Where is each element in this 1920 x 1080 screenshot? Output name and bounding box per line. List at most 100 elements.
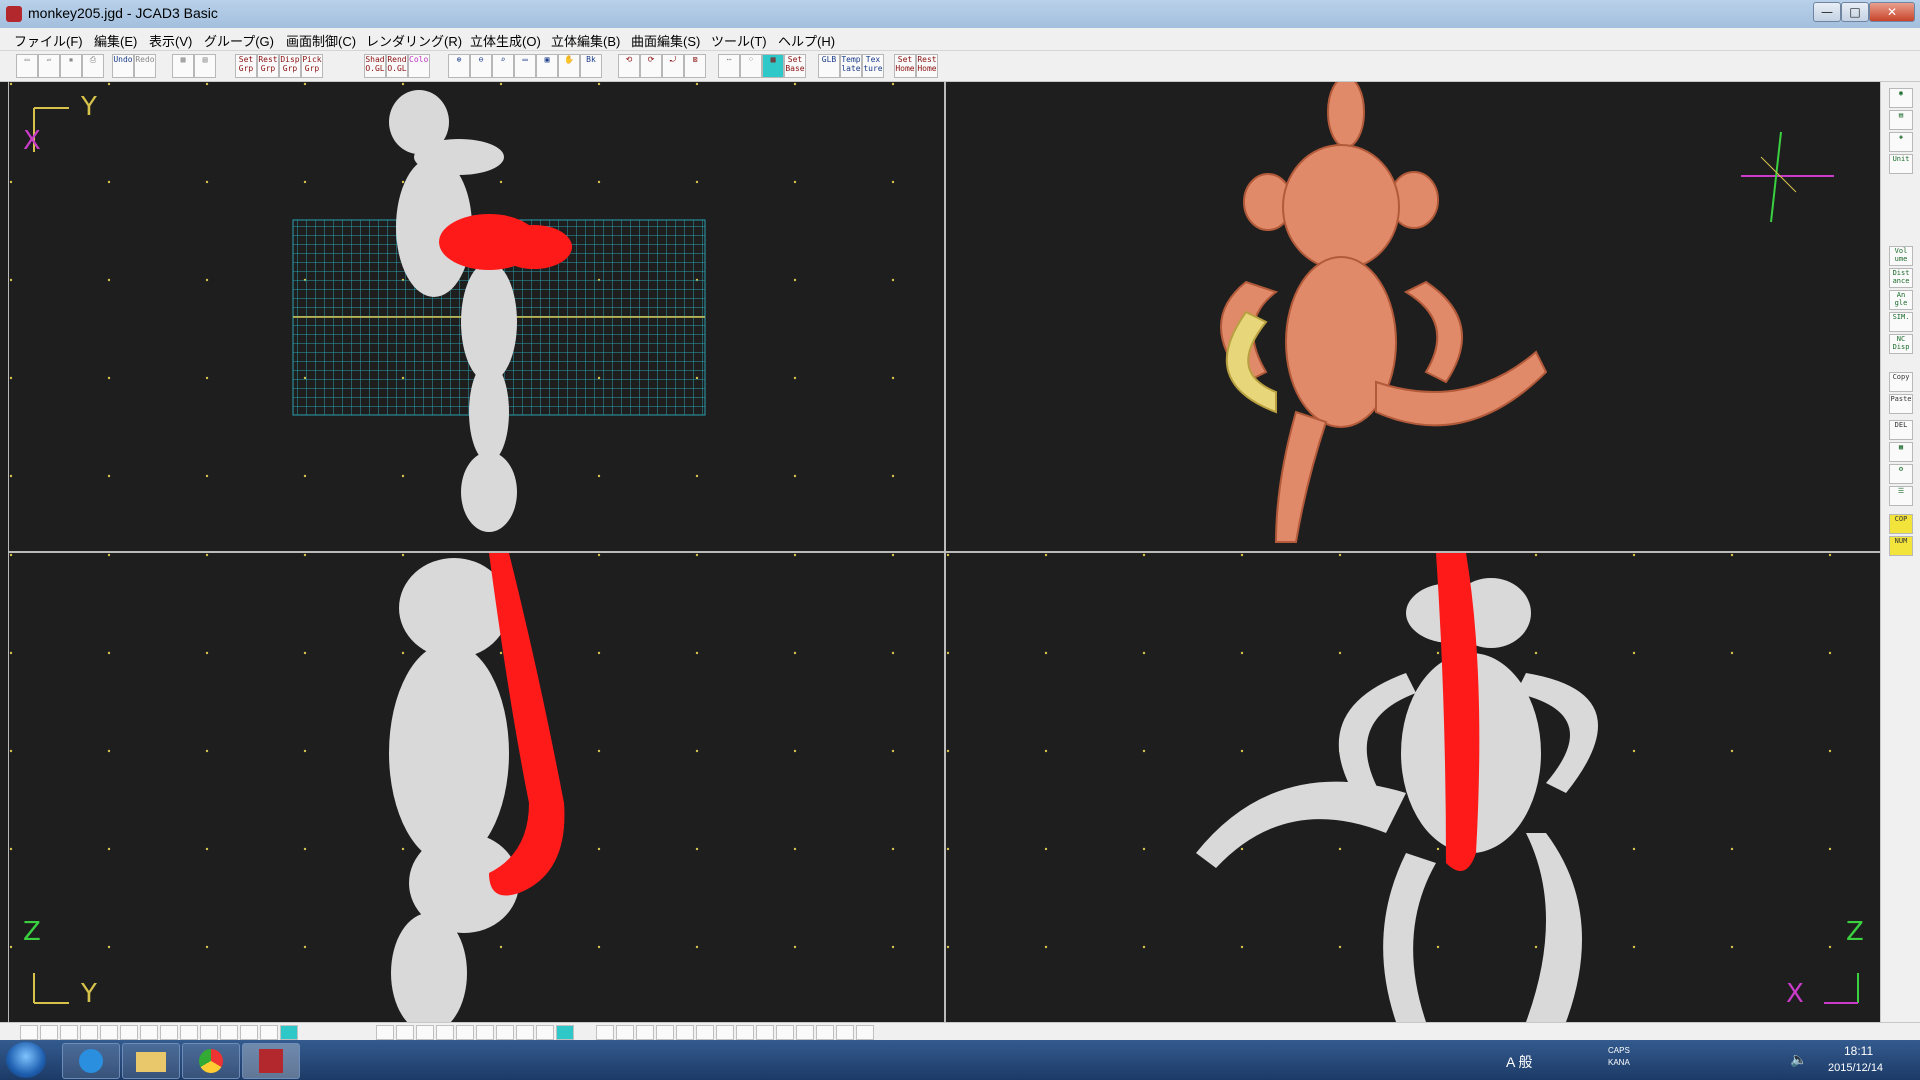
- tool-a-button[interactable]: ▦: [1889, 442, 1913, 462]
- taskbar-ie[interactable]: [62, 1043, 120, 1079]
- disp-grp-button[interactable]: Disp Grp: [279, 54, 301, 78]
- speaker-icon[interactable]: 🔈: [1790, 1052, 1807, 1068]
- curve-tool-14[interactable]: [280, 1025, 298, 1040]
- minimize-button[interactable]: —: [1813, 2, 1841, 22]
- curve-tool-8[interactable]: [160, 1025, 178, 1040]
- zoom-in-button[interactable]: ⊕: [448, 54, 470, 78]
- shad-ogl-button[interactable]: Shad O.GL: [364, 54, 386, 78]
- angle-button[interactable]: An gle: [1889, 290, 1913, 310]
- template-button[interactable]: Temp late: [840, 54, 862, 78]
- pick-grp-button[interactable]: Pick Grp: [301, 54, 323, 78]
- bk-button[interactable]: Bk: [580, 54, 602, 78]
- texture-button[interactable]: Tex ture: [862, 54, 884, 78]
- solid-tool-1[interactable]: [376, 1025, 394, 1040]
- edit-tool-10[interactable]: [776, 1025, 794, 1040]
- curve-tool-5[interactable]: [100, 1025, 118, 1040]
- rot-a-button[interactable]: ⟲: [618, 54, 640, 78]
- pan-button[interactable]: ✋: [558, 54, 580, 78]
- viewport-side[interactable]: Z Y: [9, 553, 944, 1022]
- solid-tool-10[interactable]: [556, 1025, 574, 1040]
- color-button[interactable]: Color: [408, 54, 430, 78]
- solid-tool-2[interactable]: [396, 1025, 414, 1040]
- edit-tool-8[interactable]: [736, 1025, 754, 1040]
- sim-button[interactable]: SIM.: [1889, 312, 1913, 332]
- menu-rendering[interactable]: レンダリング(R): [366, 31, 462, 50]
- clock-time[interactable]: 18:11: [1844, 1044, 1873, 1058]
- num-button[interactable]: NUM: [1889, 536, 1913, 556]
- solid-tool-3[interactable]: [416, 1025, 434, 1040]
- cop-button[interactable]: COP: [1889, 514, 1913, 534]
- view-btn-3[interactable]: ◈: [1889, 132, 1913, 152]
- volume-button[interactable]: Vol ume: [1889, 246, 1913, 266]
- menu-group[interactable]: グループ(G): [204, 31, 274, 50]
- solid-tool-6[interactable]: [476, 1025, 494, 1040]
- edit-tool-14[interactable]: [856, 1025, 874, 1040]
- undo-button[interactable]: Undo: [112, 54, 134, 78]
- menu-tools[interactable]: ツール(T): [711, 31, 767, 50]
- edit-tool-12[interactable]: [816, 1025, 834, 1040]
- solid-tool-9[interactable]: [536, 1025, 554, 1040]
- menu-help[interactable]: ヘルプ(H): [778, 31, 835, 50]
- nc-disp-button[interactable]: NC Disp: [1889, 334, 1913, 354]
- solid-tool-5[interactable]: [456, 1025, 474, 1040]
- view-btn-1[interactable]: ◉: [1889, 88, 1913, 108]
- curve-tool-3[interactable]: [60, 1025, 78, 1040]
- new-file-button[interactable]: ▭: [16, 54, 38, 78]
- unit-button[interactable]: Unit: [1889, 154, 1913, 174]
- edit-tool-7[interactable]: [716, 1025, 734, 1040]
- curve-tool-2[interactable]: [40, 1025, 58, 1040]
- set-home-button[interactable]: Set Home: [894, 54, 916, 78]
- solid-tool-7[interactable]: [496, 1025, 514, 1040]
- taskbar-explorer[interactable]: [122, 1043, 180, 1079]
- glb-button[interactable]: GLB: [818, 54, 840, 78]
- edit-tool-9[interactable]: [756, 1025, 774, 1040]
- menu-screen-control[interactable]: 画面制御(C): [286, 31, 356, 50]
- edit-tool-4[interactable]: [656, 1025, 674, 1040]
- curve-tool-7[interactable]: [140, 1025, 158, 1040]
- menu-surface-edit[interactable]: 曲面編集(S): [631, 31, 700, 50]
- view-b-button[interactable]: ▤: [194, 54, 216, 78]
- menu-file[interactable]: ファイル(F): [14, 31, 83, 50]
- viewport-perspective[interactable]: [946, 82, 1880, 551]
- zoom-fit-button[interactable]: ⌕: [492, 54, 514, 78]
- menu-solid-edit[interactable]: 立体編集(B): [551, 31, 620, 50]
- redo-button[interactable]: Redo: [134, 54, 156, 78]
- taskbar-jcad3[interactable]: [242, 1043, 300, 1079]
- rot-d-button[interactable]: ⊠: [684, 54, 706, 78]
- rot-b-button[interactable]: ⟳: [640, 54, 662, 78]
- viewport-front[interactable]: Z X: [946, 553, 1880, 1022]
- curve-tool-6[interactable]: [120, 1025, 138, 1040]
- taskbar-chrome[interactable]: [182, 1043, 240, 1079]
- set-grp-button[interactable]: Set Grp: [235, 54, 257, 78]
- rest-home-button[interactable]: Rest Home: [916, 54, 938, 78]
- curve-tool-9[interactable]: [180, 1025, 198, 1040]
- grid-c-button[interactable]: ▦: [762, 54, 784, 78]
- edit-tool-11[interactable]: [796, 1025, 814, 1040]
- curve-tool-4[interactable]: [80, 1025, 98, 1040]
- edit-tool-2[interactable]: [616, 1025, 634, 1040]
- menu-solid-create[interactable]: 立体生成(O): [470, 31, 541, 50]
- curve-tool-11[interactable]: [220, 1025, 238, 1040]
- curve-tool-1[interactable]: [20, 1025, 38, 1040]
- rend-ogl-button[interactable]: Rend O.GL: [386, 54, 408, 78]
- curve-tool-12[interactable]: [240, 1025, 258, 1040]
- menu-view[interactable]: 表示(V): [149, 31, 192, 50]
- set-base-button[interactable]: Set Base: [784, 54, 806, 78]
- curve-tool-10[interactable]: [200, 1025, 218, 1040]
- rest-grp-button[interactable]: Rest Grp: [257, 54, 279, 78]
- start-button[interactable]: [6, 1042, 46, 1078]
- edit-tool-13[interactable]: [836, 1025, 854, 1040]
- open-file-button[interactable]: ▱: [38, 54, 60, 78]
- curve-tool-13[interactable]: [260, 1025, 278, 1040]
- solid-tool-4[interactable]: [436, 1025, 454, 1040]
- viewport-top[interactable]: Y X: [9, 82, 944, 551]
- paste-button[interactable]: Paste: [1889, 394, 1913, 414]
- zoom-all-button[interactable]: ▣: [536, 54, 558, 78]
- save-file-button[interactable]: ▪: [60, 54, 82, 78]
- edit-tool-6[interactable]: [696, 1025, 714, 1040]
- delete-button[interactable]: DEL: [1889, 420, 1913, 440]
- print-button[interactable]: ⎙: [82, 54, 104, 78]
- edit-tool-1[interactable]: [596, 1025, 614, 1040]
- grid-b-button[interactable]: ⁘: [740, 54, 762, 78]
- view-a-button[interactable]: ▦: [172, 54, 194, 78]
